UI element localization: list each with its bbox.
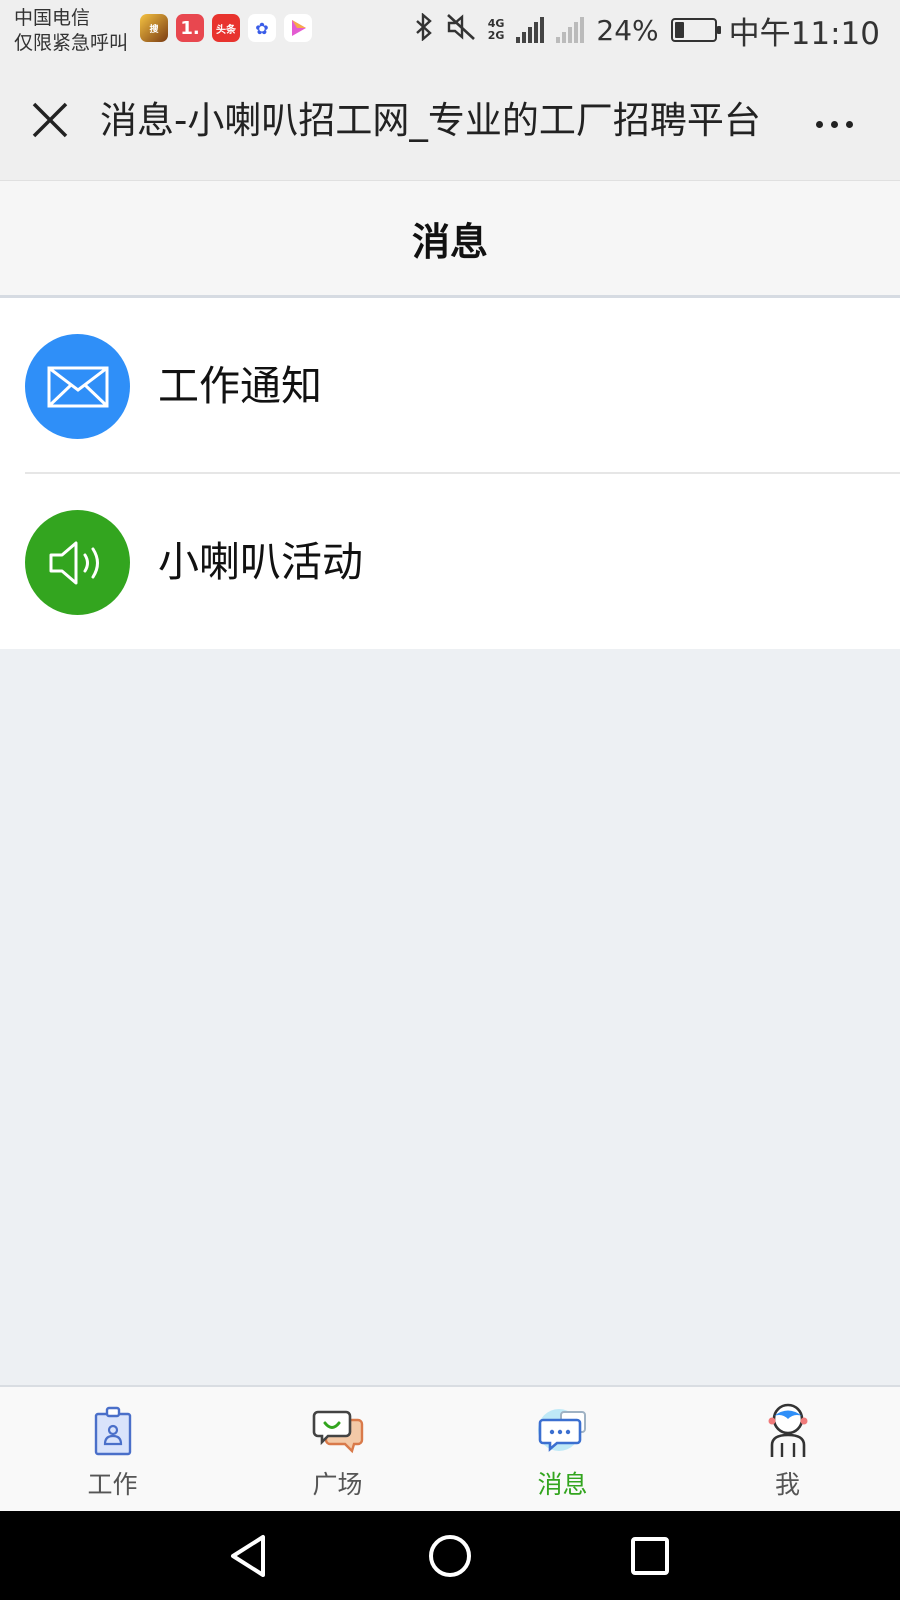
page-title: 消息 <box>411 219 488 264</box>
list-item-label: 工作通知 <box>158 362 322 410</box>
close-button[interactable] <box>24 94 76 146</box>
recent-apps-button[interactable] <box>625 1531 675 1581</box>
list-item-activity[interactable]: 小喇叭活动 <box>0 474 900 649</box>
signal-strength-icon <box>516 17 545 43</box>
video-app-icon <box>284 14 312 42</box>
home-circle-icon <box>429 1535 471 1577</box>
tab-label: 我 <box>774 1470 800 1499</box>
tab-label: 工作 <box>87 1470 138 1499</box>
status-bar: 中国电信 仅限紧急呼叫 搜 1. 头条 ✿ 4G 2G 24% 中午11:10 <box>0 0 900 64</box>
notification-icons: 搜 1. 头条 ✿ <box>140 14 312 42</box>
tab-plaza[interactable]: 广场 <box>225 1387 450 1511</box>
list-item-work-notice[interactable]: 工作通知 <box>0 298 900 474</box>
tab-me[interactable]: 我 <box>675 1387 900 1511</box>
no-signal-icon <box>556 17 585 43</box>
list-item-label: 小喇叭活动 <box>158 538 363 586</box>
page-header: 消息 <box>0 180 900 298</box>
message-icon <box>535 1403 591 1459</box>
bluetooth-icon <box>414 12 434 47</box>
carrier-name: 中国电信 <box>14 7 91 29</box>
carrier-info: 中国电信 仅限紧急呼叫 <box>14 6 128 56</box>
message-list: 工作通知 小喇叭活动 <box>0 298 900 649</box>
webview-title: 消息-小喇叭招工网_专业的工厂招聘平台 <box>100 99 760 142</box>
battery-level <box>674 22 684 38</box>
back-triangle-icon <box>231 1535 265 1577</box>
network-type: 4G 2G <box>487 17 505 42</box>
recent-square-icon <box>631 1537 669 1575</box>
envelope-icon <box>25 334 130 439</box>
baidu-app-icon: ✿ <box>248 14 276 42</box>
sogou-app-icon: 搜 <box>140 14 168 42</box>
chat-bubbles-icon <box>310 1403 366 1459</box>
one-app-icon: 1. <box>176 14 204 42</box>
back-button[interactable] <box>225 1531 275 1581</box>
carrier-status: 仅限紧急呼叫 <box>14 32 129 54</box>
work-badge-icon <box>85 1403 141 1459</box>
status-indicators: 4G 2G 24% 中午11:10 <box>414 8 880 52</box>
mute-icon <box>446 13 476 47</box>
battery-percent: 24% <box>596 13 659 47</box>
tab-label: 广场 <box>312 1470 363 1499</box>
clock: 中午11:10 <box>728 15 880 52</box>
more-icon <box>815 120 823 128</box>
close-icon <box>32 102 68 138</box>
tab-messages[interactable]: 消息 <box>450 1387 675 1511</box>
person-icon <box>760 1403 816 1459</box>
system-nav-bar <box>0 1511 900 1600</box>
battery-icon <box>670 18 721 42</box>
toutiao-app-icon: 头条 <box>212 14 240 42</box>
more-button[interactable] <box>804 102 864 146</box>
tab-label: 消息 <box>537 1470 588 1499</box>
home-button[interactable] <box>425 1531 475 1581</box>
speaker-icon <box>25 510 130 615</box>
tab-work[interactable]: 工作 <box>0 1387 225 1511</box>
webview-header: 消息-小喇叭招工网_专业的工厂招聘平台 <box>0 64 900 180</box>
bottom-tab-bar: 工作 广场 消息 我 <box>0 1385 900 1511</box>
